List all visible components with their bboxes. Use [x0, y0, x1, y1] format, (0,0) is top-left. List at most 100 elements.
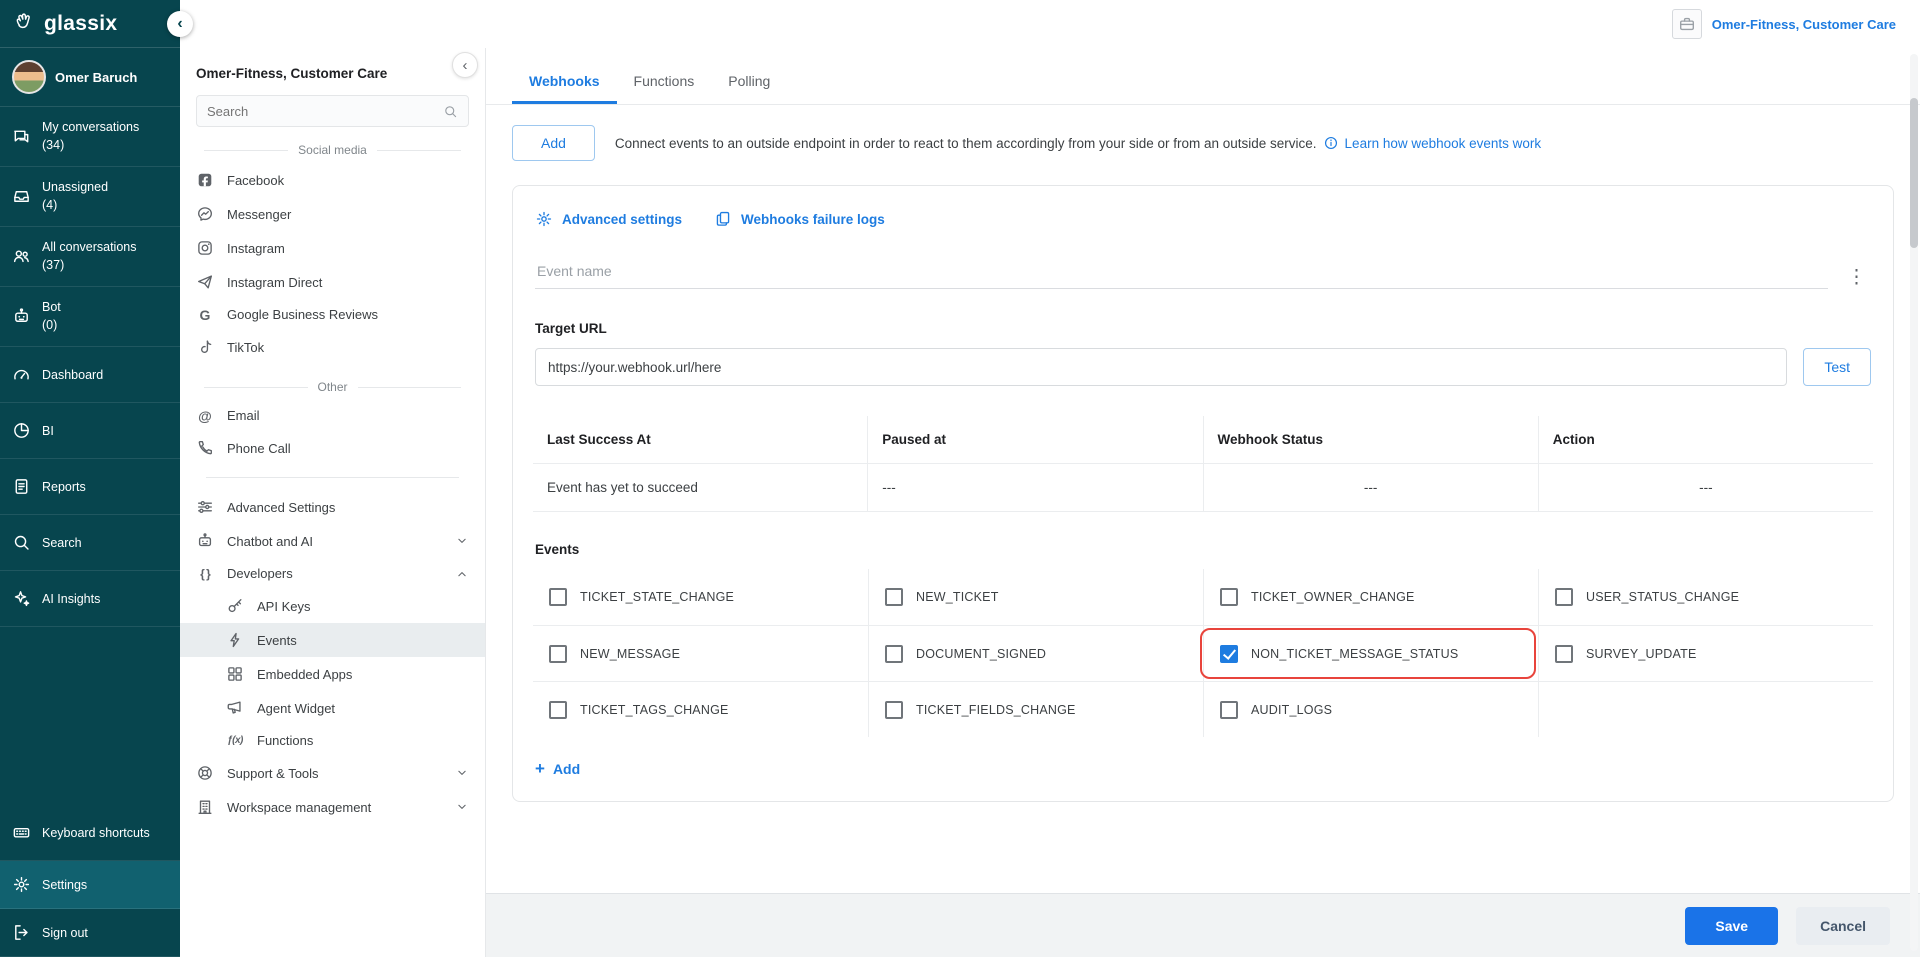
sidebar-item-my-conversations[interactable]: My conversations (34)	[0, 107, 180, 167]
settings-item-label: Facebook	[227, 172, 285, 188]
settings-item-label: Phone Call	[227, 440, 291, 456]
sidebar-group-workspace-management[interactable]: Workspace management	[180, 790, 485, 824]
section-other: Other	[204, 380, 461, 394]
event-option-highlighted[interactable]: NON_TICKET_MESSAGE_STATUS	[1200, 625, 1538, 681]
table-cell: ---	[1699, 480, 1713, 495]
nav-label: Search	[42, 535, 82, 550]
add-event-link[interactable]: + Add	[533, 737, 582, 787]
nav-label: Settings	[42, 877, 88, 892]
settings-search-input[interactable]	[207, 103, 435, 119]
event-option[interactable]: TICKET_OWNER_CHANGE	[1203, 569, 1538, 625]
sidebar-group-chatbot-and-ai[interactable]: Chatbot and AI	[180, 524, 485, 558]
sidebar-item-search[interactable]: Search	[0, 515, 180, 571]
sidebar-group-support-tools[interactable]: Support & Tools	[180, 756, 485, 790]
nav-label: Dashboard	[42, 367, 104, 382]
advanced-settings-link[interactable]: Advanced settings	[535, 210, 682, 228]
tab-functions[interactable]: Functions	[617, 58, 712, 104]
settings-item-label: Agent Widget	[257, 700, 336, 716]
event-option[interactable]: DOCUMENT_SIGNED	[868, 625, 1203, 681]
checkbox-icon[interactable]	[549, 700, 567, 719]
sidebar-item-agent-widget[interactable]: Agent Widget	[180, 691, 485, 725]
sidebar-item-phone-call[interactable]: Phone Call	[180, 431, 485, 465]
target-url-input[interactable]	[535, 348, 1788, 386]
user-profile-item[interactable]: Omer Baruch	[0, 48, 180, 107]
event-option[interactable]: TICKET_FIELDS_CHANGE	[868, 681, 1203, 737]
checkbox-icon[interactable]	[885, 700, 903, 719]
people-icon	[13, 250, 29, 263]
sidebar-item-bot[interactable]: Bot (0)	[0, 287, 180, 347]
add-event-label: Add	[552, 761, 581, 777]
workspace-account-button[interactable]: Omer-Fitness, Customer Care	[1712, 17, 1896, 32]
sidebar-item-sign-out[interactable]: Sign out	[0, 909, 180, 957]
sidebar-item-unassigned[interactable]: Unassigned (4)	[0, 167, 180, 227]
sidebar-item-api-keys[interactable]: API Keys	[180, 589, 485, 623]
divider	[206, 477, 459, 478]
checkbox-icon[interactable]	[549, 588, 567, 606]
workspace-icon	[1671, 9, 1702, 39]
sidebar-item-functions[interactable]: ƒ(x) Functions	[180, 725, 485, 756]
tab-polling[interactable]: Polling	[711, 58, 787, 104]
settings-group-label: Developers	[227, 566, 293, 581]
scrollbar-thumb[interactable]	[1910, 98, 1918, 248]
test-button[interactable]: Test	[1803, 348, 1871, 386]
sidebar-item-ai-insights[interactable]: AI Insights	[0, 571, 180, 627]
webhook-status-table: Last Success At Paused at Webhook Status…	[533, 416, 1873, 512]
event-option[interactable]: TICKET_TAGS_CHANGE	[533, 681, 868, 737]
settings-item-label: Functions	[257, 733, 314, 748]
sidebar-item-advanced-settings[interactable]: Advanced Settings	[180, 490, 485, 524]
event-option-label: TICKET_OWNER_CHANGE	[1251, 590, 1415, 604]
checkbox-icon[interactable]	[1220, 700, 1238, 719]
sidebar-group-developers[interactable]: { } Developers	[180, 558, 485, 589]
sidebar-item-events[interactable]: Events	[180, 623, 485, 657]
kebab-menu-icon[interactable]: ⋮	[1842, 266, 1871, 289]
nav-count: (4)	[42, 198, 58, 212]
table-header: Last Success At	[533, 416, 869, 463]
sidebar-item-email[interactable]: @ Email	[180, 400, 485, 431]
sidebar-item-embedded-apps[interactable]: Embedded Apps	[180, 657, 485, 691]
sidebar-item-google-business-reviews[interactable]: G Google Business Reviews	[180, 299, 485, 330]
checkbox-icon[interactable]	[1220, 588, 1238, 606]
sidebar-item-keyboard-shortcuts[interactable]: Keyboard shortcuts	[0, 805, 180, 861]
sidebar-item-bi[interactable]: BI	[0, 403, 180, 459]
sidebar-item-tiktok[interactable]: TikTok	[180, 330, 485, 364]
sidebar-item-instagram[interactable]: Instagram	[180, 231, 485, 265]
tab-webhooks[interactable]: Webhooks	[512, 58, 617, 104]
checkbox-icon[interactable]	[885, 644, 903, 663]
sidebar-item-instagram-direct[interactable]: Instagram Direct	[180, 265, 485, 299]
event-cell-empty	[1538, 681, 1873, 737]
plus-icon: +	[535, 759, 545, 778]
nav-label: Keyboard shortcuts	[42, 825, 150, 840]
checkbox-icon[interactable]	[885, 588, 903, 606]
event-option[interactable]: NEW_TICKET	[868, 569, 1203, 625]
checkbox-icon[interactable]	[549, 644, 567, 663]
email-icon: @	[198, 407, 212, 424]
sidebar-item-facebook[interactable]: Facebook	[180, 163, 485, 197]
save-button[interactable]: Save	[1685, 906, 1779, 945]
settings-item-label: API Keys	[257, 598, 311, 614]
add-webhook-button[interactable]: Add	[512, 125, 595, 161]
checkbox-icon[interactable]	[1220, 644, 1238, 663]
panel-collapse-button[interactable]: ‹	[452, 52, 478, 78]
sidebar-item-settings[interactable]: Settings	[0, 861, 180, 909]
nav-label: Unassigned	[42, 180, 109, 194]
learn-link[interactable]: Learn how webhook events work	[1345, 136, 1542, 151]
sidebar-item-messenger[interactable]: Messenger	[180, 197, 485, 231]
event-option[interactable]: SURVEY_UPDATE	[1538, 625, 1873, 681]
event-option[interactable]: USER_STATUS_CHANGE	[1538, 569, 1873, 625]
scrollbar-track[interactable]	[1910, 54, 1918, 951]
sidebar-item-all-conversations[interactable]: All conversations (37)	[0, 227, 180, 287]
sidebar-collapse-button[interactable]: ‹	[167, 11, 193, 37]
failure-logs-link[interactable]: Webhooks failure logs	[714, 210, 885, 228]
sidebar-item-dashboard[interactable]: Dashboard	[0, 347, 180, 403]
instagram-icon	[198, 241, 212, 255]
event-name-input[interactable]	[535, 254, 1828, 289]
event-option[interactable]: AUDIT_LOGS	[1203, 681, 1538, 737]
event-option[interactable]: TICKET_STATE_CHANGE	[533, 569, 868, 625]
sidebar-item-reports[interactable]: Reports	[0, 459, 180, 515]
event-option[interactable]: NEW_MESSAGE	[533, 625, 868, 681]
checkbox-icon[interactable]	[1555, 588, 1573, 606]
target-url-row: Test	[533, 348, 1873, 386]
cancel-button[interactable]: Cancel	[1796, 906, 1890, 945]
settings-panel-title: Omer-Fitness, Customer Care	[196, 66, 388, 81]
